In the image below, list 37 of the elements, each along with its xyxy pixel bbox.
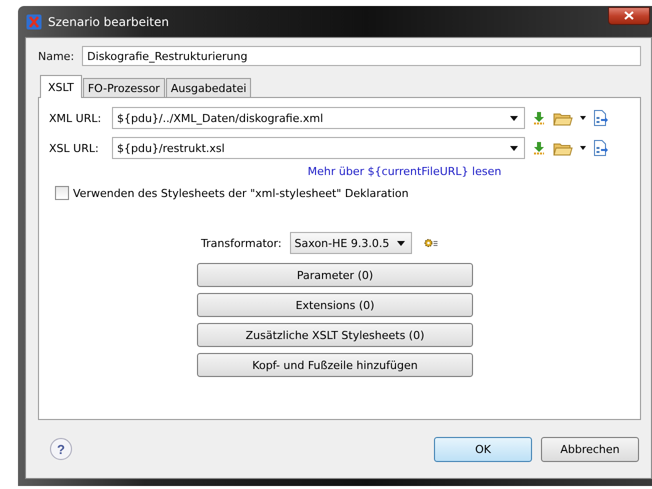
close-button[interactable] [608, 6, 650, 24]
url-label: XML URL: [49, 112, 102, 124]
download-arrow-icon[interactable] [532, 141, 546, 155]
document-arrow-icon[interactable] [593, 110, 608, 126]
ok-button[interactable]: OK [434, 436, 532, 462]
url-label: XSL URL: [49, 142, 100, 154]
cancel-button[interactable]: Abbrechen [541, 436, 639, 462]
url-combo-box[interactable]: ${pdu}/restrukt.xsl [112, 137, 525, 159]
action-button[interactable]: Zusätzliche XSLT Stylesheets (0) [197, 323, 473, 347]
name-label: Name: [38, 50, 74, 62]
action-button[interactable]: Kopf- und Fußzeile hinzufügen [197, 353, 473, 377]
app-logo-icon [26, 14, 42, 30]
action-button[interactable]: Extensions (0) [197, 293, 473, 317]
tab[interactable]: Ausgabedatei [166, 78, 252, 97]
help-button[interactable]: ? [50, 438, 72, 460]
folder-icon[interactable] [553, 140, 573, 156]
checkbox-label: Verwenden des Stylesheets der "xml-stylesheet" Deklaration [73, 186, 409, 200]
checkbox[interactable] [55, 186, 69, 200]
dropdown-arrow-icon [510, 116, 518, 120]
document-arrow-icon[interactable] [593, 140, 608, 156]
transformer-label: Transformator: [201, 236, 282, 250]
dropdown-arrow-icon [510, 146, 518, 150]
action-button[interactable]: Parameter (0) [197, 263, 473, 287]
info-link[interactable]: Mehr über ${currentFileURL} lesen [308, 165, 502, 178]
tab[interactable]: XSLT [40, 75, 82, 98]
gear-icon[interactable] [424, 238, 438, 248]
tab[interactable]: FO-Prozessor [82, 78, 165, 97]
dropdown-arrow-icon[interactable] [580, 146, 586, 150]
name-field[interactable]: Diskografie_Restrukturierung [82, 46, 641, 66]
folder-icon[interactable] [553, 110, 573, 126]
transformer-dropdown[interactable]: Saxon-HE 9.3.0.5 [290, 232, 412, 254]
dropdown-arrow-icon [397, 240, 406, 246]
download-arrow-icon[interactable] [532, 111, 546, 125]
close-icon [624, 11, 634, 20]
url-combo-box[interactable]: ${pdu}/../XML_Daten/diskografie.xml [112, 107, 525, 129]
dropdown-arrow-icon[interactable] [580, 116, 586, 120]
window-title: Szenario bearbeiten [48, 14, 169, 28]
